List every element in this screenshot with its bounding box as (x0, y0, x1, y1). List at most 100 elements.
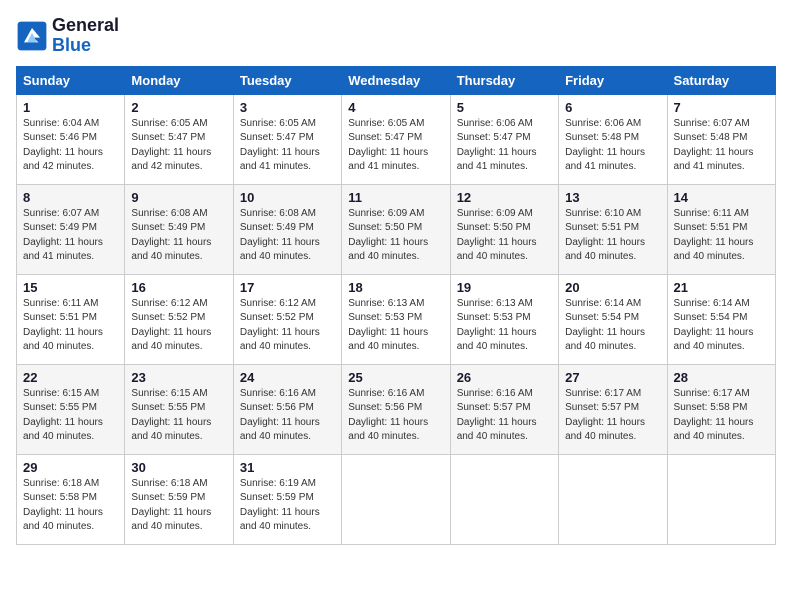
week-row-5: 29 Sunrise: 6:18 AMSunset: 5:58 PMDaylig… (17, 454, 776, 544)
day-number: 13 (565, 190, 660, 205)
day-number: 11 (348, 190, 443, 205)
calendar-cell: 12 Sunrise: 6:09 AMSunset: 5:50 PMDaylig… (450, 184, 558, 274)
week-row-4: 22 Sunrise: 6:15 AMSunset: 5:55 PMDaylig… (17, 364, 776, 454)
day-number: 23 (131, 370, 226, 385)
calendar-cell: 9 Sunrise: 6:08 AMSunset: 5:49 PMDayligh… (125, 184, 233, 274)
day-detail: Sunrise: 6:17 AMSunset: 5:58 PMDaylight:… (674, 387, 769, 445)
calendar-cell: 31 Sunrise: 6:19 AMSunset: 5:59 PMDaylig… (233, 454, 341, 544)
calendar-cell (342, 454, 450, 544)
day-detail: Sunrise: 6:05 AMSunset: 5:47 PMDaylight:… (131, 117, 226, 175)
day-detail: Sunrise: 6:05 AMSunset: 5:47 PMDaylight:… (240, 117, 335, 175)
day-detail: Sunrise: 6:13 AMSunset: 5:53 PMDaylight:… (348, 297, 443, 355)
day-detail: Sunrise: 6:08 AMSunset: 5:49 PMDaylight:… (131, 207, 226, 265)
calendar-cell: 14 Sunrise: 6:11 AMSunset: 5:51 PMDaylig… (667, 184, 775, 274)
day-number: 19 (457, 280, 552, 295)
calendar-cell: 7 Sunrise: 6:07 AMSunset: 5:48 PMDayligh… (667, 94, 775, 184)
day-detail: Sunrise: 6:16 AMSunset: 5:56 PMDaylight:… (348, 387, 443, 445)
day-detail: Sunrise: 6:09 AMSunset: 5:50 PMDaylight:… (457, 207, 552, 265)
weekday-header-tuesday: Tuesday (233, 66, 341, 94)
day-number: 14 (674, 190, 769, 205)
day-number: 7 (674, 100, 769, 115)
day-detail: Sunrise: 6:15 AMSunset: 5:55 PMDaylight:… (23, 387, 118, 445)
calendar-cell: 26 Sunrise: 6:16 AMSunset: 5:57 PMDaylig… (450, 364, 558, 454)
day-number: 5 (457, 100, 552, 115)
calendar-cell: 3 Sunrise: 6:05 AMSunset: 5:47 PMDayligh… (233, 94, 341, 184)
day-detail: Sunrise: 6:08 AMSunset: 5:49 PMDaylight:… (240, 207, 335, 265)
calendar-cell (667, 454, 775, 544)
week-row-3: 15 Sunrise: 6:11 AMSunset: 5:51 PMDaylig… (17, 274, 776, 364)
calendar-cell (450, 454, 558, 544)
day-detail: Sunrise: 6:16 AMSunset: 5:56 PMDaylight:… (240, 387, 335, 445)
day-number: 22 (23, 370, 118, 385)
day-detail: Sunrise: 6:11 AMSunset: 5:51 PMDaylight:… (23, 297, 118, 355)
weekday-header-wednesday: Wednesday (342, 66, 450, 94)
calendar-cell: 22 Sunrise: 6:15 AMSunset: 5:55 PMDaylig… (17, 364, 125, 454)
day-number: 15 (23, 280, 118, 295)
day-detail: Sunrise: 6:18 AMSunset: 5:59 PMDaylight:… (131, 477, 226, 535)
day-number: 16 (131, 280, 226, 295)
day-number: 4 (348, 100, 443, 115)
day-number: 10 (240, 190, 335, 205)
weekday-header-thursday: Thursday (450, 66, 558, 94)
day-number: 6 (565, 100, 660, 115)
calendar-cell: 13 Sunrise: 6:10 AMSunset: 5:51 PMDaylig… (559, 184, 667, 274)
calendar-cell: 4 Sunrise: 6:05 AMSunset: 5:47 PMDayligh… (342, 94, 450, 184)
weekday-header-row: SundayMondayTuesdayWednesdayThursdayFrid… (17, 66, 776, 94)
day-detail: Sunrise: 6:07 AMSunset: 5:49 PMDaylight:… (23, 207, 118, 265)
day-detail: Sunrise: 6:11 AMSunset: 5:51 PMDaylight:… (674, 207, 769, 265)
day-number: 30 (131, 460, 226, 475)
day-number: 25 (348, 370, 443, 385)
week-row-2: 8 Sunrise: 6:07 AMSunset: 5:49 PMDayligh… (17, 184, 776, 274)
logo-text: General Blue (52, 16, 119, 56)
day-detail: Sunrise: 6:12 AMSunset: 5:52 PMDaylight:… (131, 297, 226, 355)
day-number: 20 (565, 280, 660, 295)
calendar-cell: 6 Sunrise: 6:06 AMSunset: 5:48 PMDayligh… (559, 94, 667, 184)
day-number: 27 (565, 370, 660, 385)
calendar-cell: 15 Sunrise: 6:11 AMSunset: 5:51 PMDaylig… (17, 274, 125, 364)
day-number: 3 (240, 100, 335, 115)
weekday-header-friday: Friday (559, 66, 667, 94)
day-number: 12 (457, 190, 552, 205)
day-number: 31 (240, 460, 335, 475)
calendar-cell: 2 Sunrise: 6:05 AMSunset: 5:47 PMDayligh… (125, 94, 233, 184)
logo-general: General (52, 15, 119, 35)
day-number: 9 (131, 190, 226, 205)
calendar-cell: 24 Sunrise: 6:16 AMSunset: 5:56 PMDaylig… (233, 364, 341, 454)
calendar-cell: 30 Sunrise: 6:18 AMSunset: 5:59 PMDaylig… (125, 454, 233, 544)
day-detail: Sunrise: 6:16 AMSunset: 5:57 PMDaylight:… (457, 387, 552, 445)
day-number: 21 (674, 280, 769, 295)
weekday-header-sunday: Sunday (17, 66, 125, 94)
calendar-cell: 25 Sunrise: 6:16 AMSunset: 5:56 PMDaylig… (342, 364, 450, 454)
day-number: 2 (131, 100, 226, 115)
day-number: 17 (240, 280, 335, 295)
page-header: General Blue (16, 16, 776, 56)
day-detail: Sunrise: 6:19 AMSunset: 5:59 PMDaylight:… (240, 477, 335, 535)
weekday-header-monday: Monday (125, 66, 233, 94)
day-detail: Sunrise: 6:14 AMSunset: 5:54 PMDaylight:… (565, 297, 660, 355)
day-detail: Sunrise: 6:06 AMSunset: 5:47 PMDaylight:… (457, 117, 552, 175)
calendar-cell: 1 Sunrise: 6:04 AMSunset: 5:46 PMDayligh… (17, 94, 125, 184)
day-detail: Sunrise: 6:15 AMSunset: 5:55 PMDaylight:… (131, 387, 226, 445)
day-detail: Sunrise: 6:07 AMSunset: 5:48 PMDaylight:… (674, 117, 769, 175)
logo-icon (16, 20, 48, 52)
logo-blue: Blue (52, 35, 91, 55)
day-detail: Sunrise: 6:06 AMSunset: 5:48 PMDaylight:… (565, 117, 660, 175)
day-number: 18 (348, 280, 443, 295)
calendar-cell: 28 Sunrise: 6:17 AMSunset: 5:58 PMDaylig… (667, 364, 775, 454)
calendar-cell (559, 454, 667, 544)
day-detail: Sunrise: 6:18 AMSunset: 5:58 PMDaylight:… (23, 477, 118, 535)
week-row-1: 1 Sunrise: 6:04 AMSunset: 5:46 PMDayligh… (17, 94, 776, 184)
calendar-cell: 20 Sunrise: 6:14 AMSunset: 5:54 PMDaylig… (559, 274, 667, 364)
day-number: 26 (457, 370, 552, 385)
day-detail: Sunrise: 6:13 AMSunset: 5:53 PMDaylight:… (457, 297, 552, 355)
day-detail: Sunrise: 6:10 AMSunset: 5:51 PMDaylight:… (565, 207, 660, 265)
day-detail: Sunrise: 6:14 AMSunset: 5:54 PMDaylight:… (674, 297, 769, 355)
day-number: 29 (23, 460, 118, 475)
calendar-table: SundayMondayTuesdayWednesdayThursdayFrid… (16, 66, 776, 545)
calendar-cell: 23 Sunrise: 6:15 AMSunset: 5:55 PMDaylig… (125, 364, 233, 454)
calendar-cell: 11 Sunrise: 6:09 AMSunset: 5:50 PMDaylig… (342, 184, 450, 274)
calendar-cell: 19 Sunrise: 6:13 AMSunset: 5:53 PMDaylig… (450, 274, 558, 364)
calendar-cell: 18 Sunrise: 6:13 AMSunset: 5:53 PMDaylig… (342, 274, 450, 364)
calendar-cell: 21 Sunrise: 6:14 AMSunset: 5:54 PMDaylig… (667, 274, 775, 364)
day-number: 28 (674, 370, 769, 385)
